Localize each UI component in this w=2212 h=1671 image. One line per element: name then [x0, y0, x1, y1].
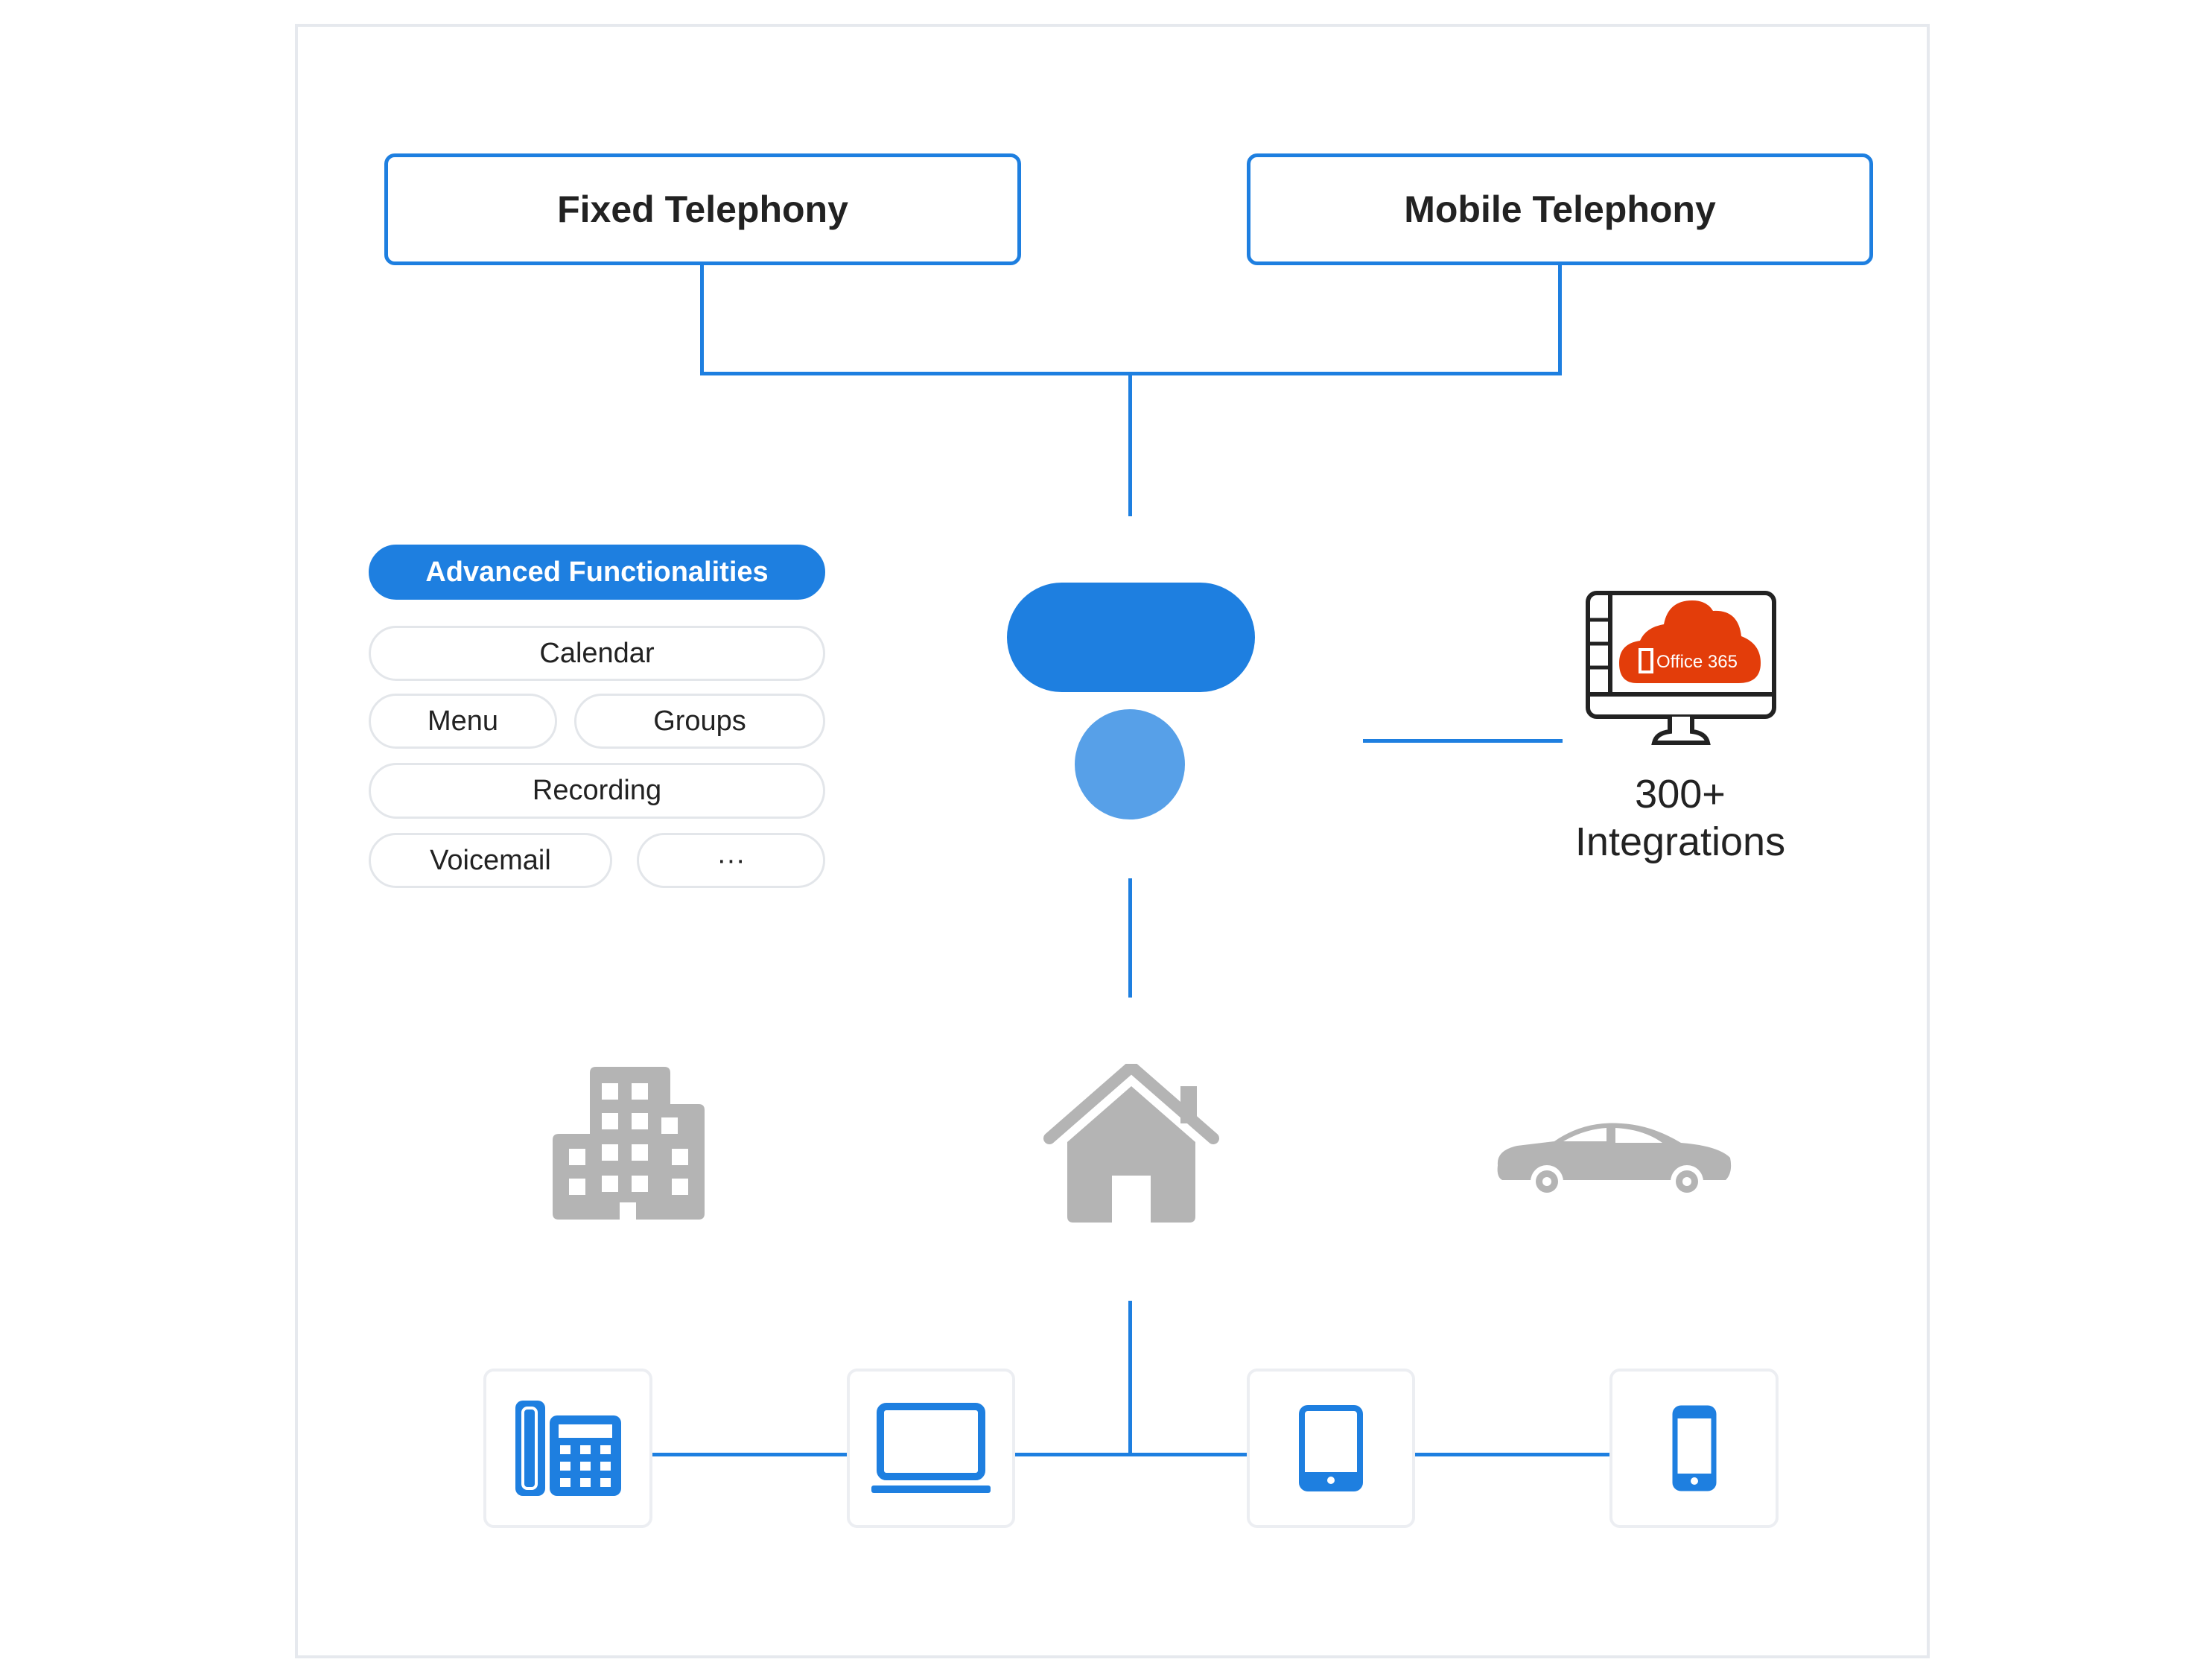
hub-circle-shape [1075, 709, 1185, 819]
device-card-desk-phone [483, 1369, 652, 1528]
advanced-functionalities-badge: Advanced Functionalities [369, 545, 825, 600]
monitor-icon: Office 365 [1585, 590, 1777, 746]
device-card-tablet [1247, 1369, 1415, 1528]
device-card-smartphone [1609, 1369, 1779, 1528]
connector-line [1128, 1301, 1132, 1456]
office365-logo-text: Office 365 [1656, 652, 1738, 672]
tablet-icon [1299, 1405, 1363, 1491]
hub-pill-shape [1007, 583, 1255, 692]
connector-line [1015, 1453, 1247, 1456]
home-icon [1043, 1061, 1219, 1223]
connector-line [1363, 739, 1563, 743]
connector-line [1128, 372, 1132, 516]
feature-chip-voicemail: Voicemail [369, 833, 612, 888]
feature-chip-menu: Menu [369, 694, 557, 749]
car-icon [1495, 1120, 1733, 1199]
fixed-telephony-box: Fixed Telephony [384, 153, 1021, 265]
connector-line [1558, 265, 1562, 375]
feature-chip-groups: Groups [574, 694, 825, 749]
desk-phone-icon [515, 1401, 621, 1496]
connector-line [1128, 878, 1132, 998]
feature-chip-recording: Recording [369, 763, 825, 819]
connector-line [700, 265, 704, 375]
feature-chip-calendar: Calendar [369, 626, 825, 681]
integrations-count: 300+ [1635, 772, 1726, 817]
feature-chip-more: ··· [637, 833, 825, 888]
integrations-label: Integrations [1574, 819, 1786, 864]
connector-line [652, 1453, 847, 1456]
connector-line [1415, 1453, 1609, 1456]
device-card-laptop [847, 1369, 1015, 1528]
office-building-icon [553, 1067, 705, 1220]
mobile-telephony-box: Mobile Telephony [1247, 153, 1873, 265]
laptop-icon [871, 1403, 991, 1493]
smartphone-icon [1672, 1405, 1716, 1491]
